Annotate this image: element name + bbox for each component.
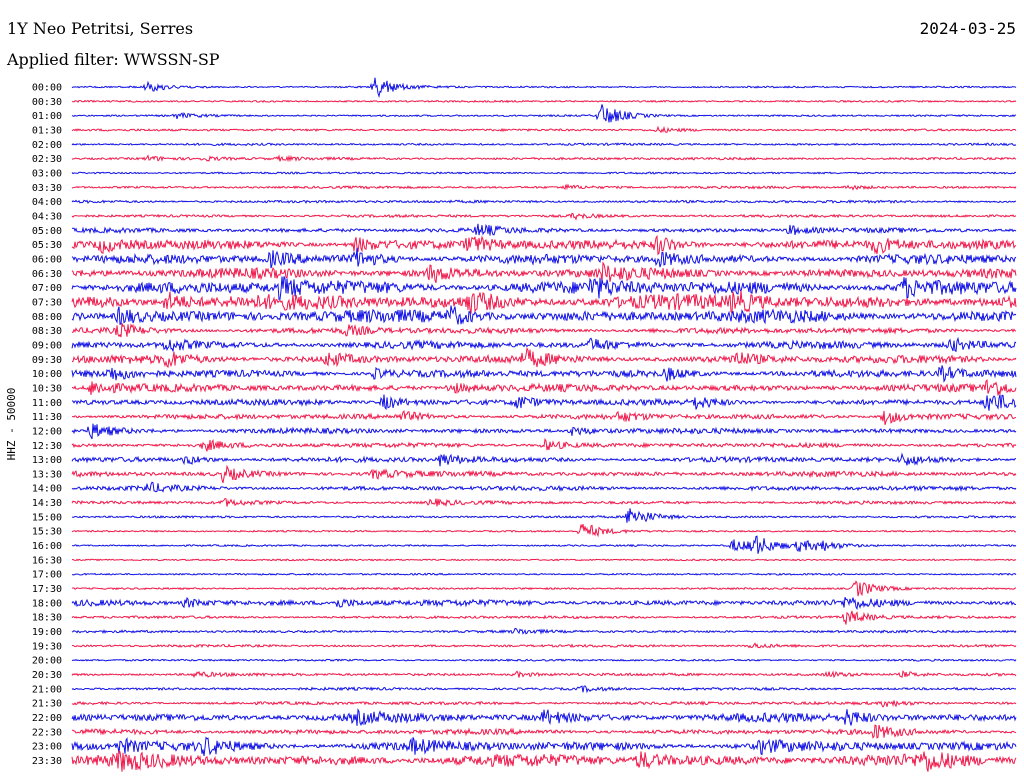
trace-line: [71, 481, 1017, 493]
row-time-label: 20:00: [32, 656, 62, 667]
row-time-label: 06:00: [32, 254, 62, 265]
trace-line: [71, 558, 1017, 562]
row-time-label: 15:00: [32, 512, 62, 523]
row-time-label: 08:30: [32, 326, 62, 337]
trace-line: [71, 365, 1017, 383]
trace-line: [71, 724, 1017, 739]
trace-line: [71, 700, 1017, 708]
row-time-label: 07:30: [32, 297, 62, 308]
trace-line: [71, 508, 1017, 523]
trace-line: [71, 596, 1017, 611]
trace-line: [71, 423, 1017, 440]
trace-line: [71, 234, 1017, 256]
row-time-label: 22:00: [32, 713, 62, 724]
row-time-label: 17:00: [32, 570, 62, 581]
trace-line: [71, 199, 1017, 205]
row-time-label: 11:00: [32, 398, 62, 409]
trace-line: [71, 572, 1017, 576]
trace-line: [71, 394, 1017, 411]
trace-line: [71, 154, 1017, 163]
row-time-label: 00:00: [32, 83, 62, 94]
row-time-label: 02:30: [32, 154, 62, 165]
row-time-label: 07:00: [32, 283, 62, 294]
row-time-label: 01:30: [32, 125, 62, 136]
trace-line: [71, 142, 1017, 147]
row-time-label: 12:30: [32, 441, 62, 452]
row-time-label: 06:30: [32, 269, 62, 280]
trace-line: [71, 125, 1017, 134]
trace-line: [71, 749, 1017, 772]
trace-group: [71, 77, 1017, 772]
trace-line: [71, 346, 1017, 369]
row-time-label: 10:00: [32, 369, 62, 380]
trace-line: [71, 290, 1017, 315]
trace-line: [71, 464, 1017, 484]
row-time-label: 09:30: [32, 355, 62, 366]
row-time-label: 09:00: [32, 340, 62, 351]
trace-line: [71, 261, 1017, 283]
trace-line: [71, 379, 1017, 396]
seismogram-chart: 00:00 00:30 01:00 01:30 02:00 02:30 03:00 03:30…: [5, 77, 1017, 772]
trace-line: [71, 171, 1017, 175]
row-time-label: 01:00: [32, 111, 62, 122]
y-axis-label: HHZ - 50000: [5, 388, 18, 461]
trace-line: [71, 99, 1017, 104]
trace-line: [71, 323, 1017, 338]
row-time-label: 08:00: [32, 312, 62, 323]
row-time-label: 20:30: [32, 670, 62, 681]
row-time-label: 11:30: [32, 412, 62, 423]
trace-line: [71, 305, 1017, 326]
row-time-label: 19:30: [32, 641, 62, 652]
trace-line: [71, 410, 1017, 426]
row-time-label: 15:30: [32, 527, 62, 538]
row-time-label: 14:30: [32, 498, 62, 509]
row-time-label: 13:00: [32, 455, 62, 466]
trace-line: [71, 670, 1017, 679]
row-time-label: 23:30: [32, 756, 62, 767]
trace-line: [71, 104, 1017, 123]
trace-line: [71, 212, 1017, 221]
trace-line: [71, 707, 1017, 727]
trace-line: [71, 736, 1017, 756]
row-time-label: 14:00: [32, 484, 62, 495]
row-time-label: 23:00: [32, 742, 62, 753]
row-time-label: 16:30: [32, 555, 62, 566]
row-time-label: 21:30: [32, 699, 62, 710]
row-time-label: 17:30: [32, 584, 62, 595]
trace-line: [71, 658, 1017, 663]
trace-line: [71, 535, 1017, 554]
row-time-label: 22:30: [32, 727, 62, 738]
row-time-label: 18:00: [32, 598, 62, 609]
trace-line: [71, 336, 1017, 353]
row-time-label: 21:00: [32, 684, 62, 695]
row-time-label: 03:30: [32, 183, 62, 194]
row-time-label: 16:00: [32, 541, 62, 552]
trace-line: [71, 77, 1017, 99]
row-time-label: 18:30: [32, 613, 62, 624]
row-time-label: 03:00: [32, 168, 62, 179]
trace-line: [71, 223, 1017, 236]
trace-line: [71, 437, 1017, 452]
trace-line: [71, 183, 1017, 191]
row-time-label: 02:00: [32, 140, 62, 151]
row-time-label: 05:30: [32, 240, 62, 251]
trace-line: [71, 276, 1017, 300]
trace-line: [71, 523, 1017, 538]
row-time-label: 04:00: [32, 197, 62, 208]
trace-line: [71, 580, 1017, 597]
row-time-label: 13:30: [32, 469, 62, 480]
row-time-label: 19:00: [32, 627, 62, 638]
trace-line: [71, 497, 1017, 508]
row-time-label: 00:30: [32, 97, 62, 108]
row-time-label: 04:30: [32, 211, 62, 222]
trace-line: [71, 627, 1017, 635]
trace-line: [71, 642, 1017, 649]
row-time-label: 12:00: [32, 426, 62, 437]
trace-line: [71, 452, 1017, 467]
row-time-label: 05:00: [32, 226, 62, 237]
trace-line: [71, 610, 1017, 625]
trace-line: [71, 685, 1017, 694]
row-time-label: 10:30: [32, 383, 62, 394]
tick-label-group: 00:00 00:30 01:00 01:30 02:00 02:30 03:00 03:30…: [32, 83, 62, 768]
